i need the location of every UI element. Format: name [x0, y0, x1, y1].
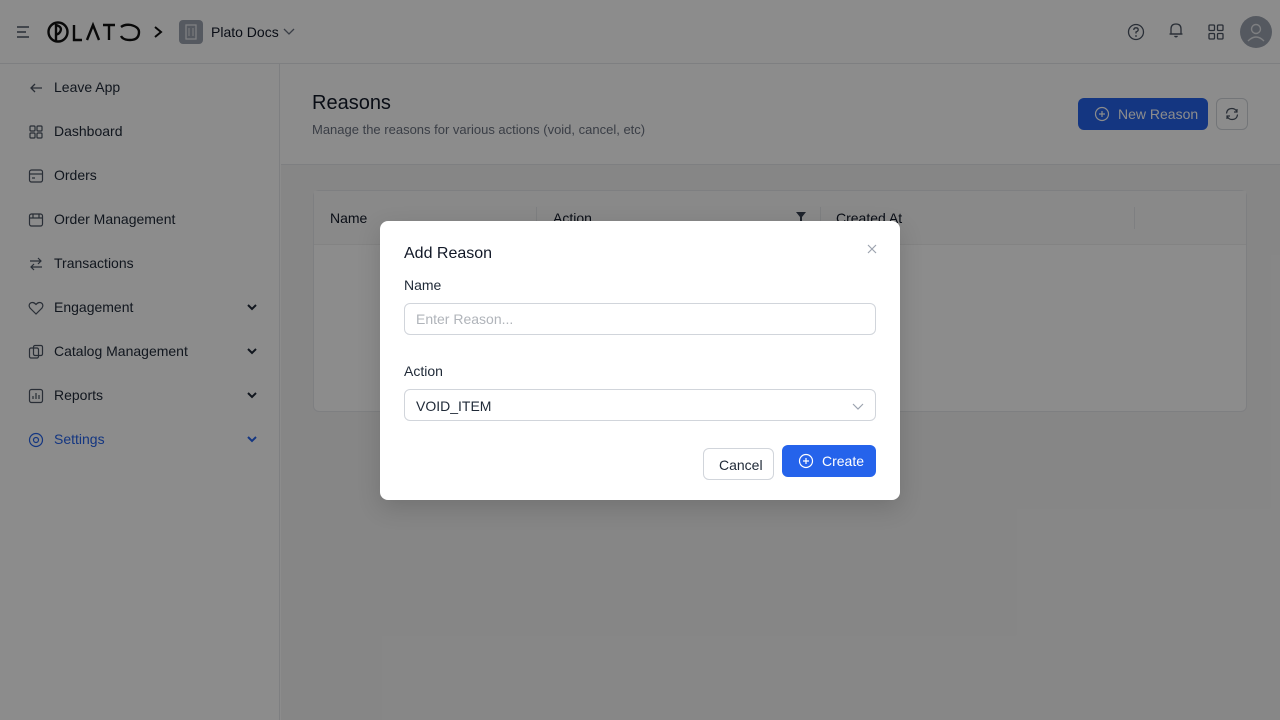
name-field-label: Name — [404, 277, 442, 293]
action-field-label: Action — [404, 363, 443, 379]
create-button[interactable]: Create — [782, 445, 876, 477]
reason-name-input[interactable] — [404, 303, 876, 335]
plus-circle-icon — [798, 453, 814, 469]
action-select-value: VOID_ITEM — [416, 398, 492, 414]
close-icon[interactable] — [864, 241, 880, 257]
add-reason-dialog: Add Reason Name Action VOID_ITEM Cancel … — [380, 221, 900, 500]
cancel-button[interactable]: Cancel — [703, 448, 774, 480]
dialog-title: Add Reason — [404, 245, 493, 262]
cancel-label: Cancel — [719, 457, 763, 473]
create-label: Create — [822, 453, 865, 469]
chevron-down-icon — [852, 403, 864, 410]
action-select[interactable]: VOID_ITEM — [404, 389, 876, 421]
